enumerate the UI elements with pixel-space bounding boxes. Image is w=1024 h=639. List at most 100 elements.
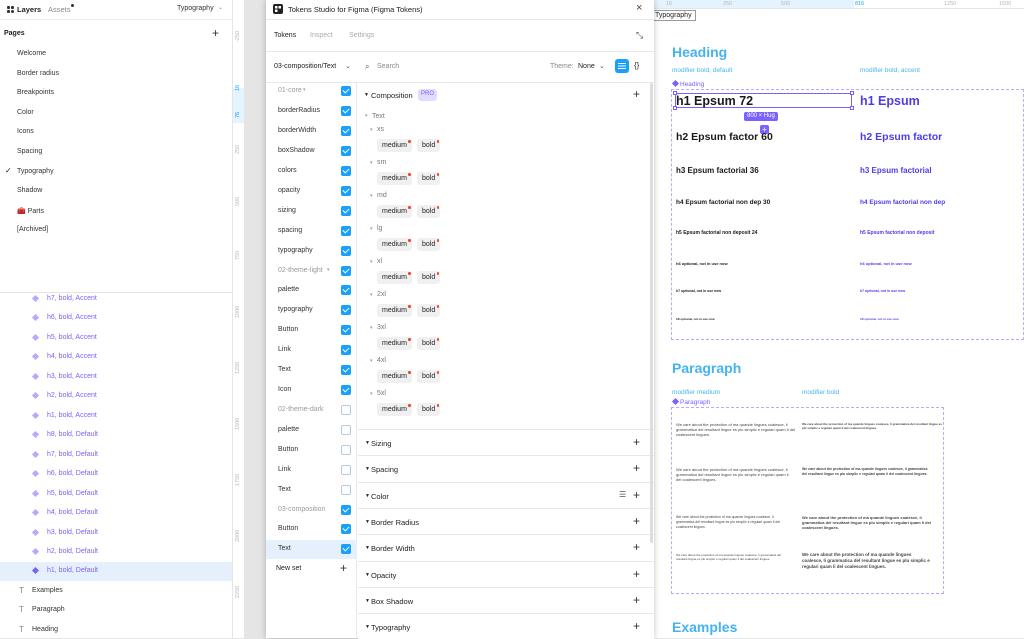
checkbox[interactable] bbox=[341, 86, 351, 96]
page-breakpoints[interactable]: Breakpoints bbox=[17, 89, 54, 96]
paragraph-medium-2[interactable]: We care about the protection of ma quand… bbox=[676, 467, 791, 482]
h8-accent[interactable]: h8 optional, not in use now bbox=[860, 317, 899, 321]
set-item[interactable]: Icon bbox=[278, 381, 356, 400]
add-icon[interactable]: + bbox=[633, 435, 640, 449]
size-group-label[interactable]: xl bbox=[377, 258, 382, 265]
section-border-width[interactable]: ▼ Border Width + bbox=[358, 534, 654, 560]
h3-default[interactable]: h3 Epsum factorial 36 bbox=[676, 166, 759, 175]
h1-accent[interactable]: h1 Epsum bbox=[860, 94, 920, 108]
checkbox[interactable] bbox=[341, 425, 351, 435]
token-pill[interactable]: medium bbox=[377, 172, 412, 185]
page-shadow[interactable]: Shadow bbox=[17, 187, 42, 194]
checkbox[interactable] bbox=[341, 285, 351, 295]
add-token-icon[interactable]: + bbox=[633, 87, 640, 101]
resize-handle[interactable] bbox=[850, 106, 854, 110]
caret-down-icon[interactable]: ▾ bbox=[370, 226, 373, 232]
layer-row[interactable]: h7, bold, Accent bbox=[0, 290, 232, 309]
set-item-active[interactable]: Text bbox=[278, 540, 356, 559]
add-icon[interactable]: + bbox=[633, 461, 640, 475]
layer-row[interactable]: h5, bold, Accent bbox=[0, 329, 232, 348]
add-icon[interactable]: + bbox=[633, 540, 640, 554]
checkbox[interactable] bbox=[341, 345, 351, 355]
collapse-icon[interactable]: ⤡ bbox=[636, 30, 643, 41]
set-item[interactable]: Button bbox=[278, 520, 356, 539]
json-view-icon[interactable]: {} bbox=[634, 61, 639, 70]
caret-down-icon[interactable]: ▾ bbox=[370, 325, 373, 331]
checkbox[interactable] bbox=[341, 524, 351, 534]
h2-default[interactable]: h2 Epsum factor 60 bbox=[676, 131, 773, 143]
section-color[interactable]: ▼ Color ☰ + bbox=[358, 482, 654, 508]
token-pill[interactable]: medium bbox=[377, 139, 412, 152]
set-group-03-composition[interactable]: 03-composition bbox=[278, 501, 356, 520]
tab-layers[interactable]: Layers bbox=[17, 5, 41, 14]
layer-row[interactable]: h2, bold, Accent bbox=[0, 387, 232, 406]
frame-label[interactable]: Typography bbox=[654, 10, 696, 21]
h2-accent[interactable]: h2 Epsum factor bbox=[860, 131, 942, 143]
checkbox[interactable] bbox=[341, 305, 351, 315]
add-icon[interactable]: + bbox=[633, 619, 640, 633]
paragraph-bold-2[interactable]: We care about the protection of ma quand… bbox=[802, 467, 932, 477]
page-archived[interactable]: [Archived] bbox=[17, 226, 48, 233]
h4-accent[interactable]: h4 Epsum factorial non dep bbox=[860, 199, 945, 206]
resize-handle[interactable] bbox=[850, 91, 854, 95]
heading-component-label[interactable]: Heading bbox=[680, 81, 704, 88]
token-pill[interactable]: medium bbox=[377, 205, 412, 218]
composition-title[interactable]: Composition bbox=[371, 91, 413, 100]
page-spacing[interactable]: Spacing bbox=[17, 148, 42, 155]
token-pill[interactable]: medium bbox=[377, 370, 412, 383]
caret-down-icon[interactable]: ▾ bbox=[370, 160, 373, 166]
checkbox[interactable] bbox=[341, 126, 351, 136]
token-set-selector[interactable]: 03-composition/Text bbox=[274, 63, 336, 70]
caret-down-icon[interactable]: ▾ bbox=[370, 193, 373, 199]
checkbox[interactable] bbox=[341, 385, 351, 395]
page-icons[interactable]: Icons bbox=[17, 128, 34, 135]
checkbox[interactable] bbox=[341, 146, 351, 156]
layer-row[interactable]: T Examples bbox=[0, 582, 232, 601]
size-group-label[interactable]: lg bbox=[377, 225, 382, 232]
set-item[interactable]: colors bbox=[278, 162, 356, 181]
set-item[interactable]: palette bbox=[278, 421, 356, 440]
caret-down-icon[interactable]: ▾ bbox=[370, 259, 373, 265]
add-icon[interactable]: + bbox=[633, 567, 640, 581]
tab-tokens[interactable]: Tokens bbox=[274, 32, 296, 39]
paragraph-medium-1[interactable]: We care about the protection of ma quand… bbox=[676, 422, 796, 437]
layer-row[interactable]: h2, bold, Default bbox=[0, 543, 232, 562]
paragraph-bold-3[interactable]: We care about the protection of ma quand… bbox=[802, 515, 932, 530]
token-pill[interactable]: bold bbox=[417, 172, 441, 185]
chevron-down-icon[interactable]: ⌄ bbox=[599, 62, 605, 70]
add-icon[interactable]: + bbox=[633, 593, 640, 607]
caret-down-icon[interactable]: ▾ bbox=[370, 358, 373, 364]
h3-accent[interactable]: h3 Epsum factorial bbox=[860, 166, 932, 175]
token-pill[interactable]: bold bbox=[417, 205, 441, 218]
add-set-icon[interactable]: + bbox=[340, 561, 347, 575]
size-group-label[interactable]: sm bbox=[377, 159, 386, 166]
layer-row[interactable]: h3, bold, Default bbox=[0, 524, 232, 543]
h8-default[interactable]: h8 optional, not in use now bbox=[676, 317, 715, 321]
page-parts[interactable]: 🧰 Parts bbox=[17, 207, 44, 215]
token-pill[interactable]: bold bbox=[417, 139, 441, 152]
typography-frame[interactable]: Typography Heading modifier bold, defaul… bbox=[654, 9, 1024, 638]
h1-default[interactable]: h1 Epsum 72 bbox=[676, 94, 753, 108]
layer-row[interactable]: h4, bold, Default bbox=[0, 504, 232, 523]
set-item[interactable]: sizing bbox=[278, 202, 356, 221]
section-sizing[interactable]: ▼ Sizing + bbox=[358, 429, 654, 455]
set-item[interactable]: typography bbox=[278, 242, 356, 261]
token-pill[interactable]: bold bbox=[417, 337, 441, 350]
caret-down-icon[interactable]: ▾ bbox=[370, 292, 373, 298]
layer-row[interactable]: h6, bold, Default bbox=[0, 465, 232, 484]
h7-default[interactable]: h7 optional, not in use now bbox=[676, 289, 721, 293]
group-text[interactable]: Text bbox=[372, 113, 385, 120]
size-group-label[interactable]: 4xl bbox=[377, 357, 386, 364]
section-border-radius[interactable]: ▼ Border Radius + bbox=[358, 508, 654, 534]
set-item[interactable]: palette bbox=[278, 281, 356, 300]
caret-down-icon[interactable]: ▼ bbox=[364, 92, 369, 98]
size-group-label[interactable]: xs bbox=[377, 126, 384, 133]
h6-accent[interactable]: h6 optional, not in use now bbox=[860, 261, 912, 266]
new-set-button[interactable]: New set bbox=[276, 565, 301, 572]
caret-down-icon[interactable]: ▾ bbox=[370, 127, 373, 133]
paragraph-component-label[interactable]: Paragraph bbox=[680, 399, 710, 406]
set-item[interactable]: borderWidth bbox=[278, 122, 356, 141]
token-pill[interactable]: bold bbox=[417, 370, 441, 383]
figma-menu-icon[interactable] bbox=[6, 5, 15, 14]
set-item[interactable]: opacity bbox=[278, 182, 356, 201]
